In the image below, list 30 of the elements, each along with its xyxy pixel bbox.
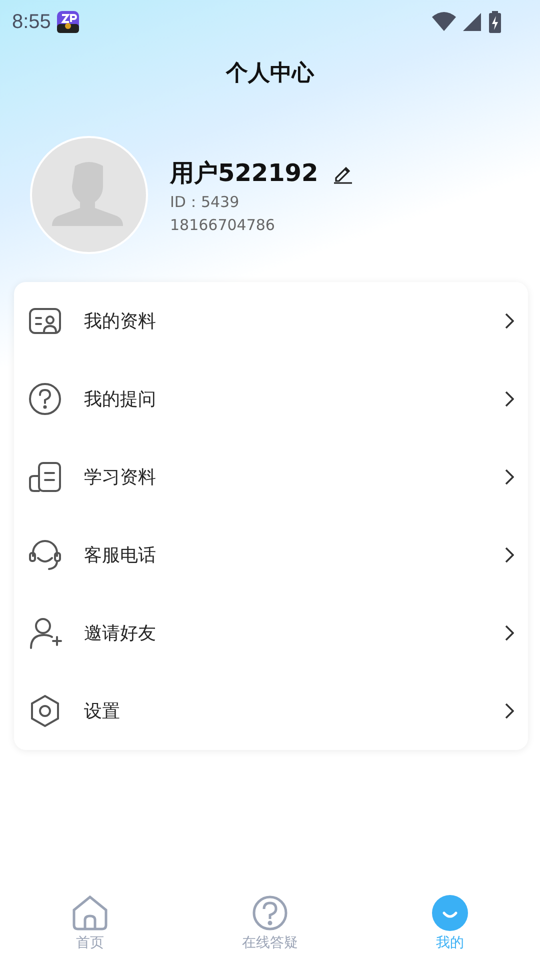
user-name: 用户522192: [170, 158, 318, 188]
menu-item[interactable]: 我的提问: [14, 360, 528, 438]
chevron-icon: [504, 469, 514, 485]
chevron-icon: [504, 703, 514, 719]
home-icon: [71, 894, 109, 932]
battery-icon: [488, 11, 502, 33]
document-icon: [28, 460, 62, 494]
signal-icon: [462, 12, 482, 32]
chevron-icon: [504, 313, 514, 329]
avatar-icon: [30, 136, 148, 254]
add-user-icon: [28, 616, 62, 650]
chevron-icon: [504, 625, 514, 641]
headset-icon: [28, 538, 62, 572]
chevron-icon: [504, 391, 514, 407]
user-id: ID：5439: [170, 192, 240, 212]
menu-item[interactable]: 客服电话: [14, 516, 528, 594]
wifi-icon: [432, 12, 456, 32]
smile-icon: [431, 894, 469, 932]
question-icon: [28, 382, 62, 416]
chevron-icon: [504, 547, 514, 563]
status-time: 8:55: [12, 10, 51, 34]
menu-item[interactable]: 邀请好友: [14, 594, 528, 672]
phone-number: 18166704786: [170, 216, 276, 234]
menu-item[interactable]: 设置: [14, 672, 528, 750]
settings-icon: [28, 694, 62, 728]
menu-item[interactable]: 我的资料: [14, 282, 528, 360]
app-notification-icon: [56, 11, 79, 33]
page-title: 个人中心: [224, 60, 316, 88]
menu-item[interactable]: 学习资料: [14, 438, 528, 516]
question-icon: [251, 894, 289, 932]
